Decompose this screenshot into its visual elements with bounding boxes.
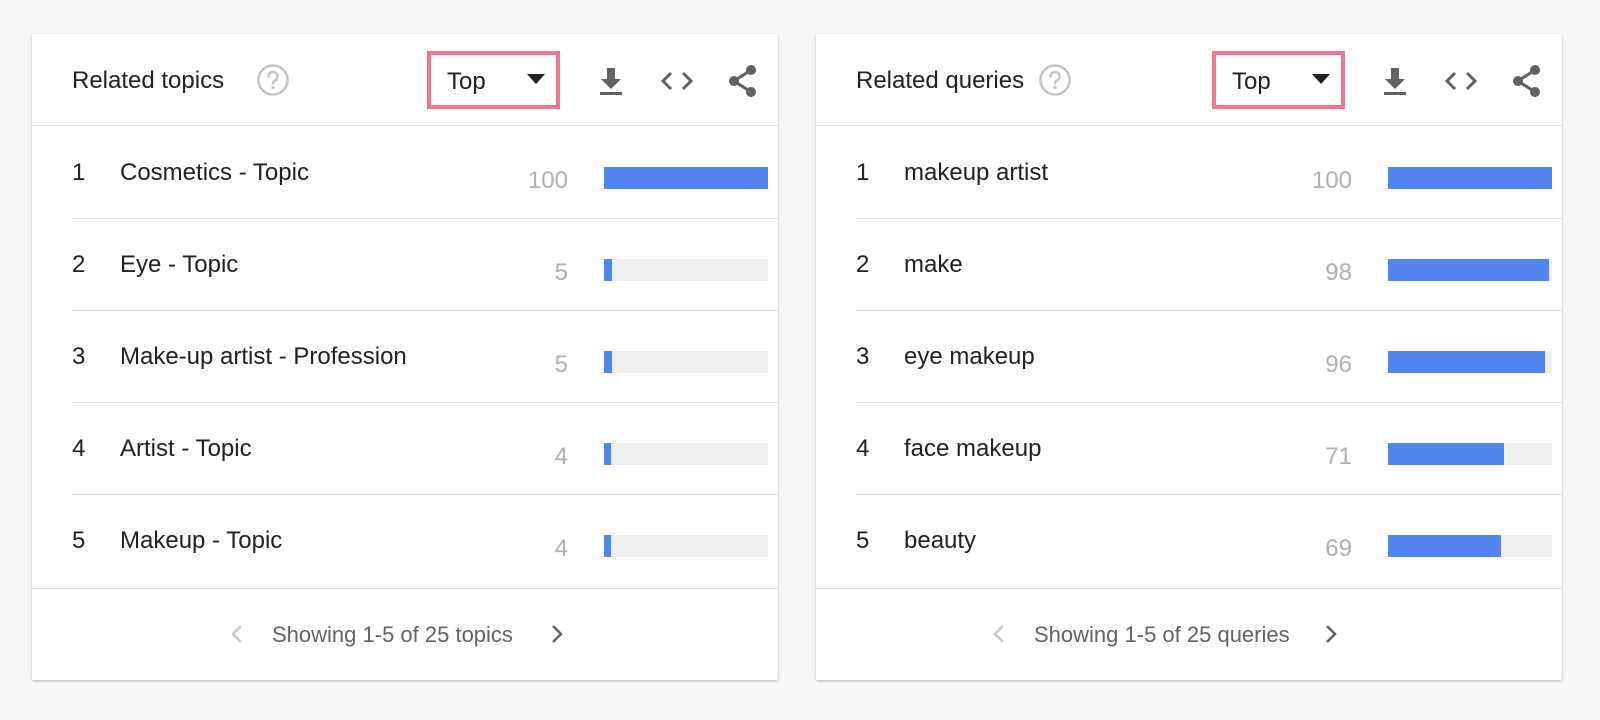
bar-track — [1388, 259, 1552, 281]
row-label[interactable]: eye makeup — [904, 343, 1035, 371]
row-value: 5 — [554, 259, 568, 286]
related-topics-card: Related topics Top 1 Cosmetics - Topic 1… — [32, 34, 778, 680]
list-item[interactable]: 2 Eye - Topic 5 — [72, 219, 778, 311]
dropdown-selected-value: Top — [1232, 68, 1271, 95]
help-circle-icon[interactable] — [256, 63, 290, 97]
pagination: Showing 1-5 of 25 topics — [32, 588, 778, 680]
row-label[interactable]: Cosmetics - Topic — [120, 159, 309, 187]
row-rank: 2 — [72, 251, 86, 278]
row-value: 69 — [1325, 535, 1352, 562]
list-item[interactable]: 5 Makeup - Topic 4 — [32, 495, 778, 587]
list-item[interactable]: 3 Make-up artist - Profession 5 — [72, 311, 778, 403]
caret-down-icon — [527, 74, 545, 84]
row-label[interactable]: Makeup - Topic — [120, 527, 282, 555]
row-label[interactable]: face makeup — [904, 435, 1041, 463]
row-rank: 3 — [72, 343, 86, 370]
pagination-text: Showing 1-5 of 25 topics — [272, 622, 513, 647]
list-item[interactable]: 4 face makeup 71 — [856, 403, 1562, 495]
chevron-right-icon[interactable] — [1318, 622, 1342, 646]
list-item[interactable]: 2 make 98 — [856, 219, 1562, 311]
bar-track — [1388, 167, 1552, 189]
bar-track — [604, 259, 768, 281]
bar-track — [1388, 443, 1552, 465]
share-icon[interactable] — [724, 62, 762, 100]
row-label[interactable]: Eye - Topic — [120, 251, 238, 279]
row-rank: 1 — [72, 159, 86, 186]
card-header: Related topics Top — [32, 34, 778, 126]
bar-track — [604, 443, 768, 465]
download-icon[interactable] — [592, 62, 630, 100]
row-rank: 5 — [856, 527, 870, 554]
pagination: Showing 1-5 of 25 queries — [816, 588, 1562, 680]
row-label[interactable]: Make-up artist - Profession — [120, 343, 407, 371]
bar-fill — [1388, 351, 1546, 373]
bar-fill — [1388, 167, 1552, 189]
dropdown-selected-value: Top — [447, 68, 486, 95]
bar-fill — [604, 167, 768, 189]
list-item[interactable]: 3 eye makeup 96 — [856, 311, 1562, 403]
help-circle-icon[interactable] — [1038, 63, 1072, 97]
card-header: Related queries Top — [816, 34, 1562, 126]
code-brackets-icon[interactable] — [1442, 62, 1480, 100]
bar-track — [1388, 351, 1552, 373]
row-rank: 3 — [856, 343, 870, 370]
card-title: Related topics — [72, 67, 225, 94]
row-label[interactable]: beauty — [904, 527, 976, 555]
caret-down-icon — [1312, 74, 1330, 84]
row-label[interactable]: Artist - Topic — [120, 435, 252, 463]
row-value: 4 — [554, 535, 568, 562]
row-value: 96 — [1325, 351, 1352, 378]
chevron-left-icon[interactable] — [988, 622, 1012, 646]
row-value: 98 — [1325, 259, 1352, 286]
bar-track — [604, 351, 768, 373]
top-rising-dropdown[interactable]: Top — [427, 51, 560, 109]
download-icon[interactable] — [1376, 62, 1414, 100]
row-value: 4 — [554, 443, 568, 470]
bar-track — [604, 167, 768, 189]
bar-fill — [604, 535, 611, 557]
bar-fill — [1388, 443, 1505, 465]
list-item[interactable]: 5 beauty 69 — [816, 495, 1562, 587]
pagination-text: Showing 1-5 of 25 queries — [1034, 622, 1290, 647]
list-item[interactable]: 1 Cosmetics - Topic 100 — [72, 127, 778, 219]
bar-track — [1388, 535, 1552, 557]
bar-fill — [604, 443, 611, 465]
row-rank: 5 — [72, 527, 86, 554]
bar-fill — [1388, 259, 1549, 281]
chevron-right-icon[interactable] — [544, 622, 568, 646]
list-item[interactable]: 4 Artist - Topic 4 — [72, 403, 778, 495]
row-rank: 1 — [856, 159, 870, 186]
row-value: 71 — [1325, 443, 1352, 470]
bar-fill — [1388, 535, 1502, 557]
row-rank: 4 — [856, 435, 870, 462]
row-value: 100 — [527, 167, 568, 194]
related-queries-card: Related queries Top 1 makeup artist 100 … — [816, 34, 1562, 680]
row-label[interactable]: makeup artist — [904, 159, 1048, 187]
code-brackets-icon[interactable] — [658, 62, 696, 100]
list-item[interactable]: 1 makeup artist 100 — [856, 127, 1562, 219]
bar-fill — [604, 259, 613, 281]
topics-list: 1 Cosmetics - Topic 100 2 Eye - Topic 5 … — [32, 127, 778, 587]
card-title: Related queries — [856, 67, 1025, 94]
share-icon[interactable] — [1508, 62, 1546, 100]
chevron-left-icon[interactable] — [226, 622, 250, 646]
row-label[interactable]: make — [904, 251, 963, 279]
row-rank: 4 — [72, 435, 86, 462]
bar-track — [604, 535, 768, 557]
row-value: 100 — [1311, 167, 1352, 194]
bar-fill — [604, 351, 613, 373]
queries-list: 1 makeup artist 100 2 make 98 3 eye make… — [816, 127, 1562, 587]
top-rising-dropdown[interactable]: Top — [1212, 51, 1345, 109]
row-rank: 2 — [856, 251, 870, 278]
row-value: 5 — [554, 351, 568, 378]
